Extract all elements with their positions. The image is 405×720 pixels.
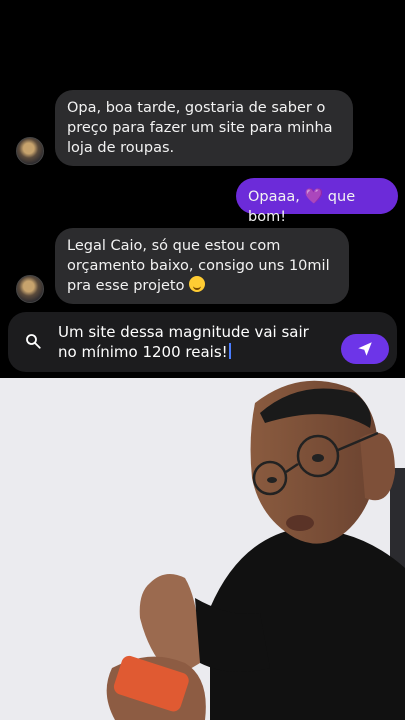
outgoing-message[interactable]: Opaaa, 💜 que bom! xyxy=(236,178,398,225)
message-input[interactable]: Um site dessa magnitude vai sair no míni… xyxy=(58,322,328,362)
text-caret xyxy=(228,343,231,359)
message-composer[interactable]: Um site dessa magnitude vai sair no míni… xyxy=(8,312,397,372)
reaction-photo xyxy=(0,378,405,720)
message-text: Opa, boa tarde, gostaria de saber o preç… xyxy=(67,100,333,156)
send-icon xyxy=(358,342,372,356)
message-text: Opaaa, xyxy=(248,189,305,205)
message-input-text: Um site dessa magnitude vai sair no míni… xyxy=(58,323,309,361)
purple-heart-emoji: 💜 xyxy=(304,187,324,205)
chat-area: Opa, boa tarde, gostaria de saber o preç… xyxy=(0,0,405,375)
incoming-message-1[interactable]: Opa, boa tarde, gostaria de saber o preç… xyxy=(55,90,353,166)
incoming-message-2[interactable]: Legal Caio, só que estou com orçamento b… xyxy=(55,228,349,304)
contact-avatar[interactable] xyxy=(16,275,44,303)
contact-avatar[interactable] xyxy=(16,137,44,165)
send-button[interactable] xyxy=(341,334,389,364)
person-illustration xyxy=(0,378,405,720)
smiling-sweat-emoji xyxy=(189,276,206,292)
search-icon[interactable] xyxy=(24,332,42,350)
